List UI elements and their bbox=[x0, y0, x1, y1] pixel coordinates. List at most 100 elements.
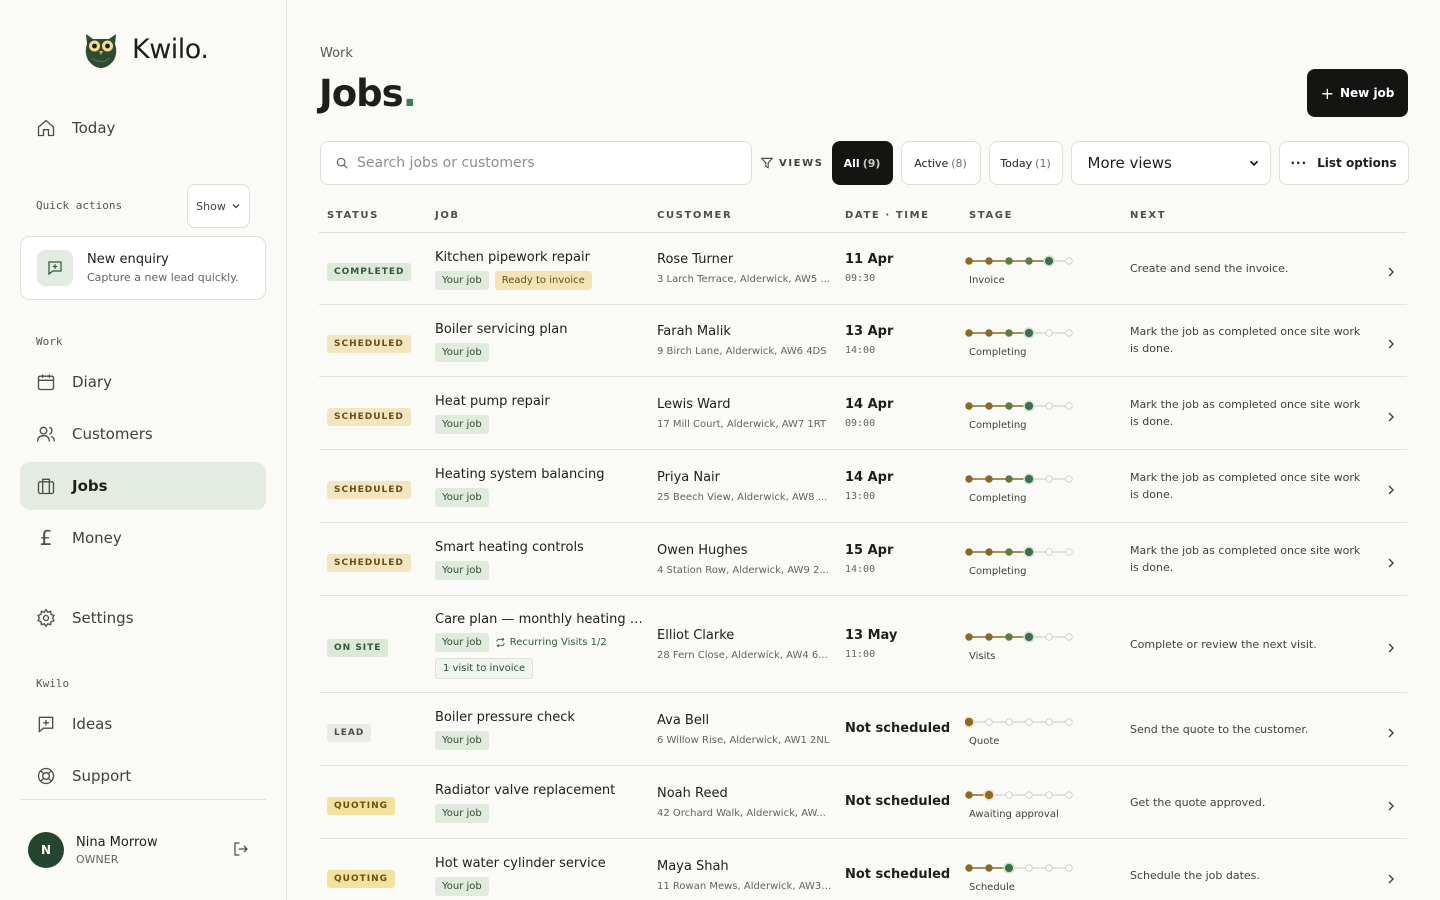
stage-step bbox=[1045, 474, 1053, 483]
user-profile[interactable]: N Nina Morrow OWNER bbox=[28, 832, 158, 868]
table-row[interactable]: QUOTING Hot water cylinder service Your … bbox=[319, 839, 1407, 900]
job-title[interactable]: Boiler pressure check bbox=[435, 710, 647, 725]
job-tag: Your job bbox=[435, 804, 489, 823]
sidebar-item-diary[interactable]: Diary bbox=[20, 358, 266, 406]
status-badge: SCHEDULED bbox=[327, 553, 411, 572]
sidebar-item-settings[interactable]: Settings bbox=[20, 594, 266, 642]
stage-step bbox=[1065, 474, 1073, 483]
status-badge: QUOTING bbox=[327, 869, 396, 888]
col-next[interactable]: NEXT bbox=[1130, 210, 1166, 221]
job-tag: Your job bbox=[435, 271, 489, 290]
row-open-button[interactable] bbox=[1385, 263, 1397, 282]
customer-name[interactable]: Rose Turner bbox=[657, 252, 832, 267]
col-customer[interactable]: CUSTOMER bbox=[657, 210, 732, 221]
stage-step bbox=[985, 257, 993, 265]
table-row[interactable]: SCHEDULED Smart heating controls Your jo… bbox=[319, 523, 1407, 596]
page-title: Jobs. bbox=[319, 72, 417, 115]
search-box[interactable] bbox=[320, 141, 752, 185]
job-title[interactable]: Heating system balancing bbox=[435, 467, 647, 482]
stage-step bbox=[1065, 863, 1073, 872]
customer-address: 6 Willow Rise, Alderwick, AW1 2NL bbox=[657, 734, 830, 746]
logout-button[interactable] bbox=[232, 840, 250, 862]
quick-actions-show-button[interactable]: Show bbox=[187, 184, 250, 228]
datetime-cell: Not scheduled bbox=[845, 867, 950, 882]
stage-step bbox=[1065, 401, 1073, 410]
breadcrumb[interactable]: Work bbox=[320, 46, 353, 61]
stage-step bbox=[1004, 863, 1014, 872]
more-views-select[interactable]: More views bbox=[1070, 141, 1271, 185]
job-title[interactable]: Care plan — monthly heating c... bbox=[435, 612, 647, 627]
new-job-button[interactable]: + New job bbox=[1307, 69, 1408, 117]
view-chip-all[interactable]: All (9) bbox=[831, 141, 893, 185]
customer-name[interactable]: Elliot Clarke bbox=[657, 628, 832, 643]
col-datetime[interactable]: DATE · TIME bbox=[845, 210, 930, 221]
stage-step bbox=[985, 474, 993, 483]
sidebar-item-ideas[interactable]: Ideas bbox=[20, 700, 266, 748]
table-row[interactable]: LEAD Boiler pressure check Your job Ava … bbox=[319, 693, 1407, 766]
stage-step bbox=[1025, 257, 1033, 265]
job-title[interactable]: Boiler servicing plan bbox=[435, 322, 647, 337]
table-row[interactable]: SCHEDULED Boiler servicing plan Your job… bbox=[319, 305, 1407, 377]
job-cell: Care plan — monthly heating c... Your jo… bbox=[435, 612, 647, 679]
sidebar-item-today[interactable]: Today bbox=[20, 104, 266, 152]
quick-actions-label: Quick actions bbox=[36, 199, 123, 212]
stage-label: Visits bbox=[969, 650, 996, 662]
sidebar-item-customers[interactable]: Customers bbox=[20, 410, 266, 458]
col-stage[interactable]: STAGE bbox=[969, 210, 1013, 221]
new-enquiry-card[interactable]: New enquiry Capture a new lead quickly. bbox=[20, 236, 266, 300]
row-open-button[interactable] bbox=[1385, 554, 1397, 573]
stage-step bbox=[1024, 632, 1034, 641]
customer-cell: Priya Nair 25 Beech View, Alderwick, AW8… bbox=[657, 470, 832, 503]
list-options-button[interactable]: ··· List options bbox=[1278, 141, 1409, 185]
row-open-button[interactable] bbox=[1385, 335, 1397, 354]
view-chip-active[interactable]: Active (8) bbox=[900, 141, 981, 185]
stage-progress bbox=[965, 399, 1073, 412]
job-cell: Kitchen pipework repair Your job Ready to… bbox=[435, 250, 647, 290]
job-title[interactable]: Hot water cylinder service bbox=[435, 856, 647, 871]
row-open-button[interactable] bbox=[1385, 724, 1397, 743]
brand-logo[interactable]: Kwilo. bbox=[80, 28, 209, 70]
sidebar-item-label: Today bbox=[72, 119, 116, 137]
customer-name[interactable]: Farah Malik bbox=[657, 324, 832, 339]
job-title[interactable]: Smart heating controls bbox=[435, 540, 647, 555]
sidebar-item-money[interactable]: £ Money bbox=[20, 514, 266, 562]
stage-progress bbox=[965, 545, 1073, 558]
row-open-button[interactable] bbox=[1385, 408, 1397, 427]
job-title[interactable]: Heat pump repair bbox=[435, 394, 647, 409]
logout-icon bbox=[234, 842, 248, 856]
stage-label: Completing bbox=[969, 419, 1027, 431]
row-open-button[interactable] bbox=[1385, 870, 1397, 889]
stage-step bbox=[965, 401, 973, 410]
customer-cell: Maya Shah 11 Rowan Mews, Alderwick, AW3 … bbox=[657, 859, 832, 892]
table-row[interactable]: SCHEDULED Heat pump repair Your job Lewi… bbox=[319, 377, 1407, 450]
stage-step bbox=[985, 547, 993, 556]
row-open-button[interactable] bbox=[1385, 797, 1397, 816]
new-enquiry-title: New enquiry bbox=[87, 252, 169, 267]
sidebar-item-support[interactable]: Support bbox=[20, 752, 266, 800]
row-open-button[interactable] bbox=[1385, 639, 1397, 658]
table-row[interactable]: QUOTING Radiator valve replacement Your … bbox=[319, 766, 1407, 839]
customer-name[interactable]: Maya Shah bbox=[657, 859, 832, 874]
customer-name[interactable]: Ava Bell bbox=[657, 713, 832, 728]
customer-name[interactable]: Owen Hughes bbox=[657, 543, 832, 558]
stage-label: Schedule bbox=[969, 881, 1015, 893]
customer-name[interactable]: Noah Reed bbox=[657, 786, 832, 801]
table-row[interactable]: COMPLETED Kitchen pipework repair Your j… bbox=[319, 233, 1407, 305]
customer-name[interactable]: Priya Nair bbox=[657, 470, 832, 485]
job-title[interactable]: Radiator valve replacement bbox=[435, 783, 647, 798]
search-input[interactable] bbox=[357, 155, 737, 171]
customer-address: 25 Beech View, Alderwick, AW8 ... bbox=[657, 491, 828, 503]
briefcase-icon bbox=[37, 478, 55, 495]
stage-step bbox=[1024, 474, 1034, 483]
job-title[interactable]: Kitchen pipework repair bbox=[435, 250, 647, 265]
customer-name[interactable]: Lewis Ward bbox=[657, 397, 832, 412]
view-chip-today[interactable]: Today (1) bbox=[988, 141, 1063, 185]
datetime-cell: Not scheduled bbox=[845, 794, 950, 809]
table-row[interactable]: SCHEDULED Heating system balancing Your … bbox=[319, 450, 1407, 523]
table-row[interactable]: ON SITE Care plan — monthly heating c...… bbox=[319, 596, 1407, 693]
col-job[interactable]: JOB bbox=[435, 210, 460, 221]
row-open-button[interactable] bbox=[1385, 481, 1397, 500]
col-status[interactable]: STATUS bbox=[327, 210, 379, 221]
sidebar-item-jobs[interactable]: Jobs bbox=[20, 462, 266, 510]
views-label: VIEWS bbox=[760, 156, 824, 170]
